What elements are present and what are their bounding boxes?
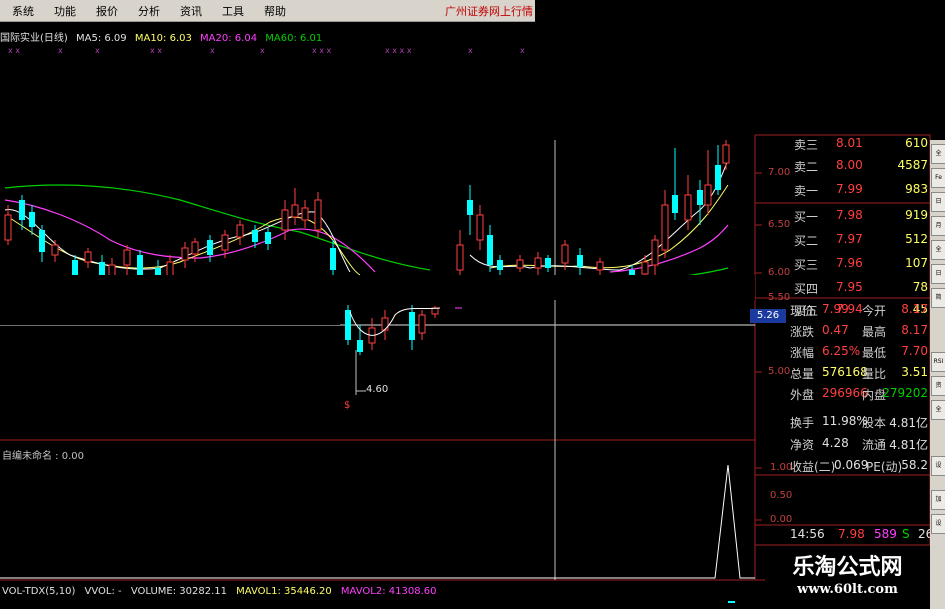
toolbar-button[interactable]: 设 <box>931 514 945 534</box>
volume-value: VOLUME: 30282.11 <box>130 586 227 597</box>
watermark: 乐淘公式网 www.60lt.com <box>765 552 930 609</box>
ask-row-3: 卖三 8.01 610 <box>794 136 928 152</box>
bid-row-3: 买三 7.96 107 <box>794 256 928 272</box>
quote-row: 换手 11.98% 股本 4.81亿 <box>790 414 928 430</box>
ask-row-1: 卖一 7.99 983 <box>794 182 928 198</box>
quote-row: 净资 4.28 流通 4.81亿 <box>790 436 928 452</box>
bid-row-4: 买四 7.95 78 <box>794 280 928 296</box>
mavol2-value: MAVOL2: 41308.60 <box>340 586 437 597</box>
toolbar-button[interactable]: 全 <box>931 144 945 164</box>
bid-row-2: 买二 7.97 512 <box>794 232 928 248</box>
toolbar-button[interactable]: 全 <box>931 240 945 260</box>
quote-row: 总量 576168 量比 3.51 <box>790 365 928 381</box>
volume-legend: VOL-TDX(5,10) VVOL: - VOLUME: 30282.11 M… <box>2 586 442 597</box>
toolbar-button[interactable]: 简 <box>931 288 945 308</box>
indicator-axis-100: 1.00 <box>770 462 793 473</box>
right-toolbar: 全 Fe 日 月 全 日 简 RSI 资 全 设 加 设 <box>930 140 945 609</box>
indicator-label: 自编未命名 : 0.00 <box>2 451 84 462</box>
toolbar-button[interactable]: Fe <box>931 168 945 188</box>
quote-row: 涨跌 0.47 最高 8.17 <box>790 323 928 339</box>
toolbar-button[interactable]: 月 <box>931 216 945 236</box>
ask-row-2: 卖二 8.00 4587 <box>794 158 928 174</box>
toolbar-button[interactable]: 全 <box>931 400 945 420</box>
bid-row-1: 买一 7.98 919 <box>794 208 928 224</box>
low-marker-icon: $ <box>344 400 351 411</box>
quote-row: 现价 7.99 今开 8.17 <box>790 302 928 318</box>
indicator-axis-050: 0.50 <box>770 490 793 501</box>
toolbar-button[interactable]: 设 <box>931 456 945 476</box>
toolbar-button[interactable]: 资 <box>931 376 945 396</box>
vol-name: VOL-TDX(5,10) <box>2 586 76 597</box>
indicator-axis-000: 0.00 <box>770 514 793 525</box>
toolbar-button[interactable]: 日 <box>931 264 945 284</box>
toolbar-button[interactable]: 日 <box>931 192 945 212</box>
watermark-url: www.60lt.com <box>797 582 898 597</box>
mavol1-value: MAVOL1: 35446.20 <box>236 586 332 597</box>
vvol: VVOL: - <box>84 586 122 597</box>
low-marker: 4.60 <box>366 384 389 395</box>
quote-row: 涨幅 6.25% 最低 7.70 <box>790 344 928 360</box>
quote-row: 外盘 296966 内盘 279202 <box>790 386 928 402</box>
toolbar-button[interactable]: RSI <box>931 352 945 372</box>
toolbar-button[interactable]: 加 <box>931 490 945 510</box>
watermark-title: 乐淘公式网 <box>792 554 903 580</box>
tick-row: 14:56 7.98 589 S 26 <box>790 527 934 541</box>
